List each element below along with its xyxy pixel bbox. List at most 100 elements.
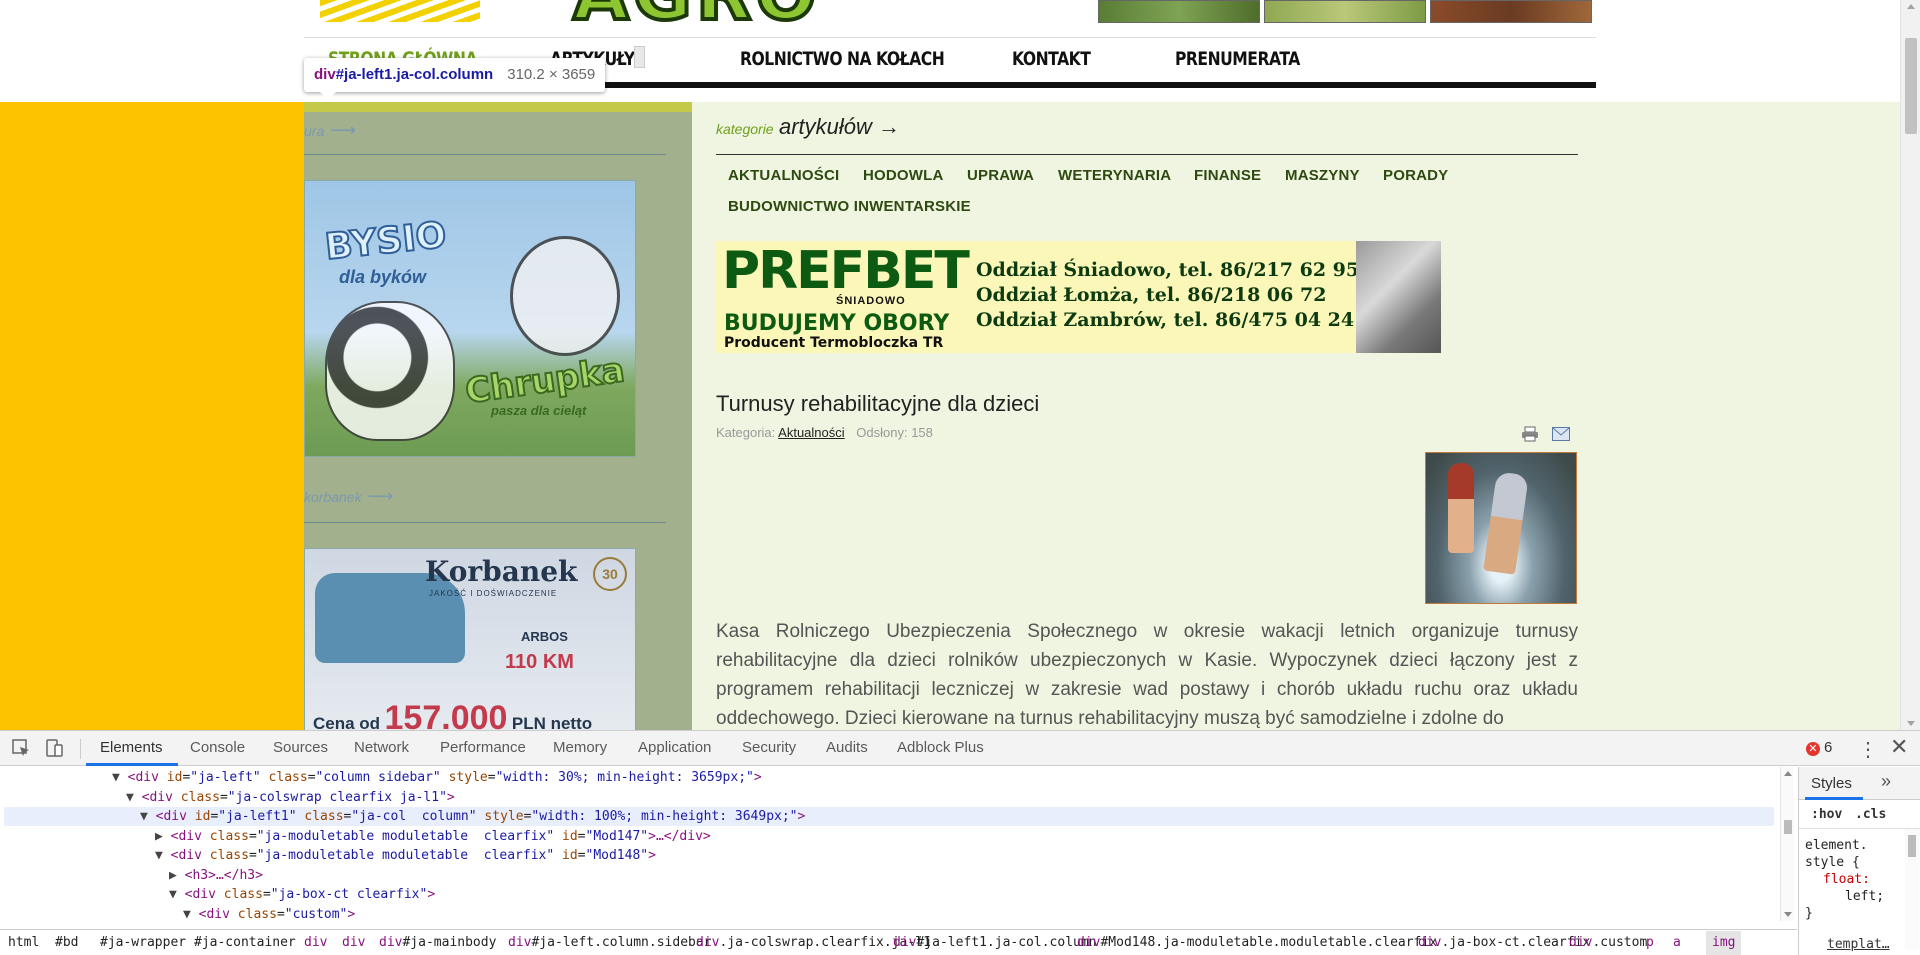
dom-node[interactable]: ▼ <div class="ja-colswrap clearfix ja-l1… xyxy=(126,788,455,807)
more-tabs-icon[interactable]: » xyxy=(1881,771,1891,792)
dom-attribute[interactable]: id="ja-left" xyxy=(159,770,261,785)
collapse-triangle-icon[interactable]: ▼ xyxy=(155,848,171,863)
tab-security[interactable]: Security xyxy=(742,739,796,756)
scrollbar-thumb[interactable] xyxy=(1908,835,1916,857)
style-value[interactable]: left; xyxy=(1805,888,1884,905)
category-link[interactable]: Weterynaria xyxy=(1058,167,1171,184)
category-link[interactable]: Maszyny xyxy=(1285,167,1360,184)
scroll-up-icon[interactable] xyxy=(1907,4,1915,9)
breadcrumb-item[interactable]: div xyxy=(342,935,365,950)
tab-styles[interactable]: Styles xyxy=(1811,775,1852,792)
collapse-triangle-icon[interactable]: ▼ xyxy=(183,907,199,922)
sidebar-heading[interactable]: korbanek ⟶ xyxy=(304,486,393,507)
site-logo[interactable]: AGRO xyxy=(571,0,820,32)
category-link[interactable]: Hodowla xyxy=(863,167,944,184)
breadcrumb-item[interactable]: p xyxy=(1646,935,1654,950)
hover-state-toggle[interactable]: :hov xyxy=(1811,807,1842,822)
ad-korbanek[interactable]: Korbanek 30 JAKOŚĆ I DOŚWIADCZENIE ARBOS… xyxy=(304,548,636,730)
breadcrumb-item[interactable]: #bd xyxy=(55,935,78,950)
sidebar-heading[interactable]: ura ⟶ xyxy=(304,120,356,141)
device-toolbar-icon[interactable] xyxy=(43,737,65,759)
category-link[interactable]: Aktualności xyxy=(728,167,839,184)
style-property[interactable]: float: xyxy=(1805,871,1884,888)
dom-node[interactable]: ▼ <div class="custom"> xyxy=(183,905,355,922)
dom-attribute[interactable]: class="ja-box-ct clearfix" xyxy=(216,887,428,902)
category-link[interactable]: Finanse xyxy=(1194,167,1261,184)
dom-attribute[interactable]: class="ja-moduletable moduletable clearf… xyxy=(202,829,554,844)
nav-wheels[interactable]: Rolnictwo na kołach xyxy=(740,48,945,70)
breadcrumb-item[interactable]: div xyxy=(304,935,327,950)
tab-sources[interactable]: Sources xyxy=(273,739,328,756)
nav-contact[interactable]: Kontakt xyxy=(1012,48,1091,70)
dom-attribute[interactable]: style="width: 100%; min-height: 3649px;" xyxy=(477,809,797,824)
collapse-triangle-icon[interactable]: ▼ xyxy=(112,770,128,785)
more-options-icon[interactable]: ⋮ xyxy=(1858,737,1878,762)
dom-attribute[interactable]: class="custom" xyxy=(230,907,348,922)
error-counter[interactable]: ✕ 6 xyxy=(1806,739,1832,756)
tab-application[interactable]: Application xyxy=(638,739,711,756)
scroll-down-icon[interactable] xyxy=(1784,912,1792,917)
dom-attribute[interactable]: id="ja-left1" xyxy=(187,809,297,824)
tab-console[interactable]: Console xyxy=(190,739,245,756)
dom-attribute[interactable]: style="width: 30%; min-height: 3659px;" xyxy=(441,770,754,785)
dom-tree[interactable]: ▼ <div id="ja-left" class="column sideba… xyxy=(0,767,1780,921)
breadcrumb-item[interactable]: a xyxy=(1673,935,1681,950)
dom-attribute[interactable]: class="column sidebar" xyxy=(261,770,441,785)
dom-node[interactable]: ▼ <div id="ja-left" class="column sideba… xyxy=(112,768,762,787)
dom-node[interactable]: ▼ <div id="ja-left1" class="ja-col colum… xyxy=(4,807,1774,826)
collapse-triangle-icon[interactable]: ▼ xyxy=(126,790,142,805)
tab-memory[interactable]: Memory xyxy=(553,739,607,756)
categories-title[interactable]: artykułów → xyxy=(779,114,900,140)
breadcrumb-item[interactable]: div#ja-left.column.sidebar xyxy=(508,935,712,950)
collapse-triangle-icon[interactable]: ▼ xyxy=(140,809,156,824)
email-icon[interactable] xyxy=(1552,427,1570,441)
ad-bysio[interactable]: BYSIO dla byków Chrupka pasza dla cieląt xyxy=(304,180,636,457)
article-image[interactable] xyxy=(1425,452,1577,604)
dom-node[interactable]: ▼ <div class="ja-box-ct clearfix"> xyxy=(169,885,435,904)
print-icon[interactable] xyxy=(1521,426,1539,442)
dom-node[interactable]: ▼ <div class="ja-moduletable moduletable… xyxy=(155,846,656,865)
stylesheet-link[interactable]: templat… xyxy=(1827,937,1890,952)
scroll-up-icon[interactable] xyxy=(1784,771,1792,776)
tab-performance[interactable]: Performance xyxy=(440,739,526,756)
breadcrumb-item[interactable]: html xyxy=(8,935,39,950)
tab-elements[interactable]: Elements xyxy=(100,739,163,756)
breadcrumb-item[interactable]: div.custom xyxy=(1569,935,1647,950)
category-link[interactable]: Uprawa xyxy=(967,167,1034,184)
nav-subscription[interactable]: Prenumerata xyxy=(1175,48,1300,70)
nav-articles-dropdown[interactable] xyxy=(634,46,645,68)
tab-adblock-plus[interactable]: Adblock Plus xyxy=(897,739,984,756)
dom-attribute[interactable]: id="Mod147" xyxy=(554,829,648,844)
collapse-triangle-icon[interactable]: ▼ xyxy=(169,887,185,902)
dom-node[interactable]: ▶ <h3>…</h3> xyxy=(169,866,263,885)
style-rule[interactable]: element. style { float: left; } xyxy=(1805,837,1884,922)
expand-triangle-icon[interactable]: ▶ xyxy=(169,868,185,883)
scroll-down-icon[interactable] xyxy=(1907,721,1915,726)
dom-attribute[interactable]: class="ja-col column" xyxy=(297,809,476,824)
class-toggle[interactable]: .cls xyxy=(1855,807,1886,822)
breadcrumb-item[interactable]: div#Mod148.ja-moduletable.moduletable.cl… xyxy=(1077,935,1437,950)
breadcrumb-item[interactable]: div.ja-box-ct.clearfix xyxy=(1418,935,1590,950)
category-link[interactable]: Budownictwo inwentarskie xyxy=(728,198,971,215)
scrollbar-thumb[interactable] xyxy=(1784,820,1792,834)
article-title[interactable]: Turnusy rehabilitacyjne dla dzieci xyxy=(716,391,1039,417)
breadcrumb-item[interactable]: #ja-wrapper xyxy=(100,935,186,950)
dom-node[interactable]: ▶ <div class="ja-moduletable moduletable… xyxy=(155,827,711,846)
page-scrollbar[interactable] xyxy=(1900,0,1920,730)
expand-triangle-icon[interactable]: ▶ xyxy=(155,829,171,844)
breadcrumb-item[interactable]: img xyxy=(1706,931,1742,955)
category-link[interactable]: Porady xyxy=(1383,167,1448,184)
tab-audits[interactable]: Audits xyxy=(826,739,868,756)
scrollbar-thumb[interactable] xyxy=(1905,38,1917,134)
dom-attribute[interactable]: id="Mod148" xyxy=(554,848,648,863)
inspect-element-icon[interactable] xyxy=(10,737,32,759)
breadcrumb-item[interactable]: div#ja-mainbody xyxy=(379,935,496,950)
tab-network[interactable]: Network xyxy=(354,739,409,756)
breadcrumb-item[interactable]: div#ja-left1.ja-col.column xyxy=(893,935,1097,950)
close-icon[interactable]: ✕ xyxy=(1890,734,1908,760)
breadcrumb-item[interactable]: #ja-container xyxy=(194,935,296,950)
styles-scrollbar[interactable] xyxy=(1905,829,1919,949)
dom-tree-scrollbar[interactable] xyxy=(1780,767,1794,921)
dom-attribute[interactable]: class="ja-colswrap clearfix ja-l1" xyxy=(173,790,447,805)
dom-attribute[interactable]: class="ja-moduletable moduletable clearf… xyxy=(202,848,554,863)
